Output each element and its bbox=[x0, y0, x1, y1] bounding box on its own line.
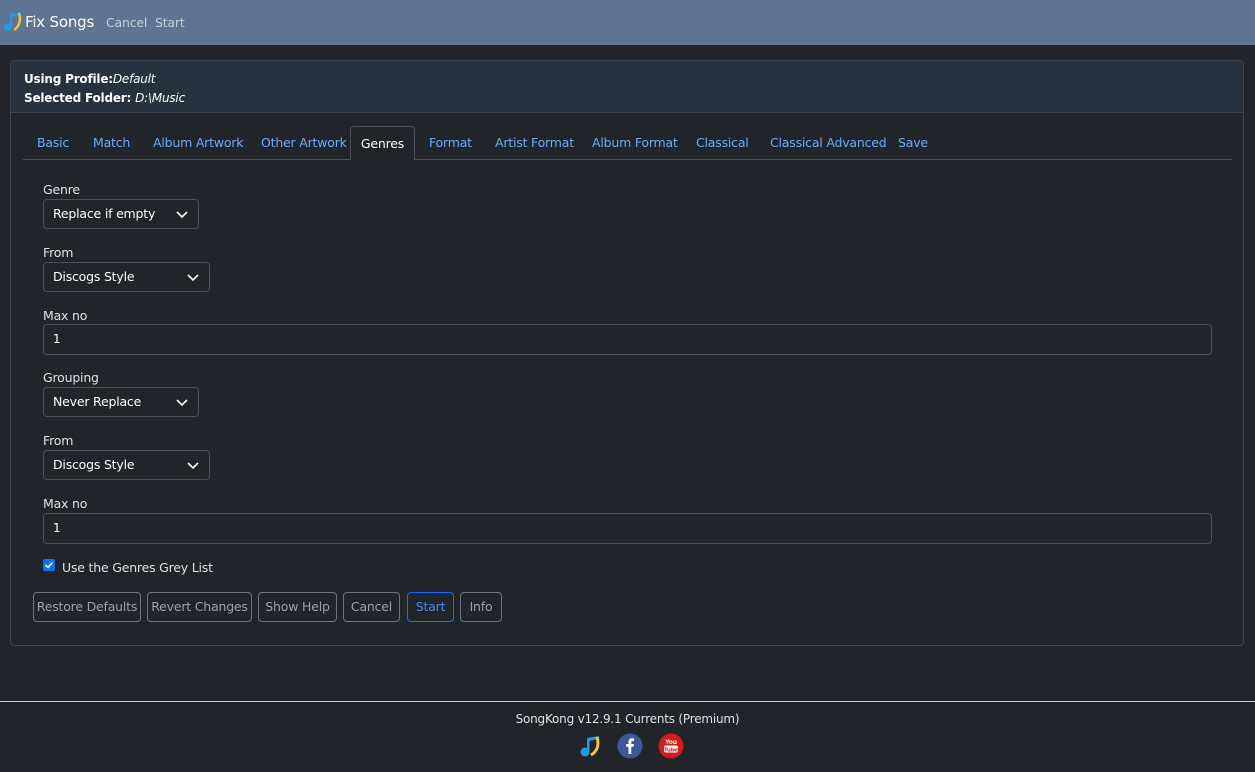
nav-cancel-link[interactable]: Cancel bbox=[106, 15, 147, 30]
tab-match[interactable]: Match bbox=[93, 126, 130, 160]
genre-from-select-value: Discogs Style bbox=[53, 269, 135, 284]
grouping-max-input[interactable]: 1 bbox=[43, 513, 1212, 544]
grouping-select-value: Never Replace bbox=[53, 394, 142, 409]
grouping-from-select[interactable]: Discogs Style bbox=[43, 450, 210, 480]
folder-line: Selected Folder: D:\Music bbox=[24, 89, 1243, 108]
folder-label: Selected Folder: bbox=[24, 91, 136, 105]
grouping-from-select-value: Discogs Style bbox=[53, 457, 135, 472]
profile-label: Using Profile: bbox=[24, 72, 113, 86]
grouping-select[interactable]: Never Replace bbox=[43, 387, 199, 417]
tab-save[interactable]: Save bbox=[898, 126, 928, 160]
tab-artist-format[interactable]: Artist Format bbox=[495, 126, 574, 160]
tab-classical[interactable]: Classical bbox=[696, 126, 749, 160]
youtube-icon[interactable]: You Tube bbox=[658, 733, 684, 759]
grouping-label: Grouping bbox=[43, 370, 99, 385]
songkong-logo-icon bbox=[4, 12, 22, 32]
checkmark-icon bbox=[44, 561, 54, 569]
genre-from-label: From bbox=[43, 245, 74, 260]
footer-version: SongKong v12.9.1 Currents (Premium) bbox=[515, 712, 740, 726]
footer-divider bbox=[0, 701, 1255, 702]
profile-value: Default bbox=[112, 72, 156, 86]
info-button[interactable]: Info bbox=[460, 592, 502, 622]
svg-text:You: You bbox=[664, 739, 677, 746]
show-help-button[interactable]: Show Help bbox=[258, 592, 337, 622]
grouping-from-label: From bbox=[43, 433, 74, 448]
tab-genres[interactable]: Genres bbox=[350, 126, 415, 161]
profile-line: Using Profile:Default bbox=[24, 70, 1243, 89]
chevron-down-icon bbox=[187, 274, 199, 282]
start-button[interactable]: Start bbox=[407, 592, 454, 622]
app-brand[interactable]: Fix Songs bbox=[2, 10, 94, 34]
cancel-button[interactable]: Cancel bbox=[343, 592, 400, 622]
tab-album-format[interactable]: Album Format bbox=[592, 126, 678, 160]
top-navbar: Fix Songs Cancel Start bbox=[0, 0, 1255, 45]
chevron-down-icon bbox=[187, 462, 199, 470]
tab-basic[interactable]: Basic bbox=[37, 126, 69, 160]
genre-select[interactable]: Replace if empty bbox=[43, 199, 199, 229]
greylist-checkbox[interactable] bbox=[43, 559, 55, 571]
chevron-down-icon bbox=[176, 399, 188, 407]
genre-label: Genre bbox=[43, 182, 80, 197]
genre-from-select[interactable]: Discogs Style bbox=[43, 262, 210, 292]
chevron-down-icon bbox=[176, 211, 188, 219]
tab-other-artwork[interactable]: Other Artwork bbox=[261, 126, 347, 160]
svg-text:Tube: Tube bbox=[664, 747, 678, 753]
genre-select-value: Replace if empty bbox=[53, 206, 156, 221]
facebook-icon[interactable] bbox=[617, 733, 643, 759]
songkong-logo-icon[interactable] bbox=[577, 733, 603, 759]
app-title: Fix Songs bbox=[25, 13, 95, 31]
restore-defaults-button[interactable]: Restore Defaults bbox=[33, 592, 141, 622]
revert-changes-button[interactable]: Revert Changes bbox=[147, 592, 252, 622]
tab-format[interactable]: Format bbox=[429, 126, 472, 160]
greylist-label: Use the Genres Grey List bbox=[62, 560, 213, 575]
tab-classical-advanced[interactable]: Classical Advanced bbox=[770, 126, 887, 160]
folder-value: D:\Music bbox=[135, 91, 185, 105]
grouping-max-label: Max no bbox=[43, 496, 88, 511]
genre-max-label: Max no bbox=[43, 308, 88, 323]
settings-tabs: Basic Match Album Artwork Other Artwork … bbox=[23, 126, 1232, 161]
nav-start-link[interactable]: Start bbox=[155, 15, 185, 30]
genre-max-input[interactable]: 1 bbox=[43, 324, 1212, 355]
card-header: Using Profile:Default Selected Folder: D… bbox=[11, 61, 1243, 113]
tab-album-artwork[interactable]: Album Artwork bbox=[153, 126, 243, 160]
